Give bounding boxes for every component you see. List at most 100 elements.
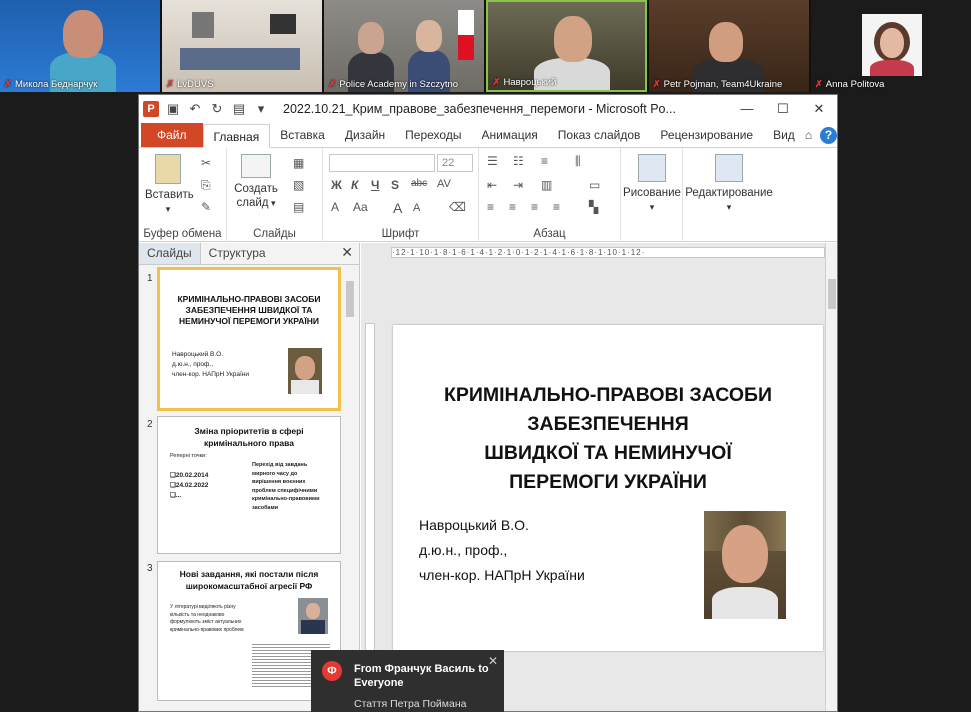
font-size-select[interactable]: 22	[437, 154, 473, 172]
align-text-icon[interactable]: ▭	[589, 178, 600, 192]
slide-author[interactable]: Навроцький В.О. д.ю.н., проф., член-кор.…	[419, 513, 585, 588]
align-center-icon[interactable]: ≡	[509, 200, 516, 214]
author-photo	[288, 348, 322, 394]
align-left-icon[interactable]: ≡	[487, 200, 494, 214]
editor-scrollbar[interactable]	[825, 243, 837, 711]
thumb-author: Навроцький В.О. д.ю.н., проф., член-кор.…	[172, 351, 249, 378]
paste-icon	[155, 154, 181, 184]
undo-icon[interactable]: ↶	[187, 101, 203, 117]
tab-outline[interactable]: Структура	[201, 243, 274, 264]
save-icon[interactable]: ▣	[165, 101, 181, 117]
print-preview-icon[interactable]: ▤	[231, 101, 247, 117]
zoom-window: ✗ Микола Беднарчук ✗ LvDUVS ✗ Police Academ…	[0, 0, 971, 712]
participant-name: ✗ Police Academy in Szczytno	[328, 79, 459, 90]
chat-sender: From Франчук Василь to Everyone	[354, 663, 489, 689]
tab-file[interactable]: Файл	[141, 123, 203, 147]
editing-button[interactable]: Редактирование ▾	[685, 154, 773, 214]
mic-muted-icon: ✗	[328, 79, 337, 90]
text-direction-icon[interactable]: ⫼	[575, 154, 581, 169]
justify-icon[interactable]: ≡	[553, 200, 560, 214]
section-icon[interactable]: ▤	[293, 200, 304, 214]
video-tile-5[interactable]: ✗ Petr Pojman, Team4Ukraine	[648, 0, 809, 92]
thumb-left-text: У літературі виділяють різну кількість т…	[170, 604, 244, 633]
new-slide-button[interactable]: Создать слайд ▾	[231, 154, 281, 210]
video-tile-6[interactable]: ✗ Anna Politova	[810, 0, 971, 92]
shadow-icon[interactable]: S	[391, 178, 399, 192]
increase-indent-icon[interactable]: ⇥	[513, 178, 523, 192]
binoculars-icon	[715, 154, 743, 182]
close-pane-icon[interactable]: ✕	[341, 244, 353, 261]
paste-button[interactable]: Вставить ▾	[145, 154, 194, 216]
layout-icon[interactable]: ▦	[293, 156, 304, 170]
author-photo[interactable]	[704, 511, 786, 619]
close-chat-icon[interactable]: ✕	[488, 654, 498, 668]
reset-icon[interactable]: ▧	[293, 178, 304, 192]
mic-muted-icon: ✗	[814, 79, 823, 90]
tab-animation[interactable]: Анимация	[471, 123, 547, 147]
slide-title[interactable]: КРИМІНАЛЬНО-ПРАВОВІ ЗАСОБИ ЗАБЕЗПЕЧЕННЯ …	[393, 381, 823, 497]
tab-design[interactable]: Дизайн	[335, 123, 395, 147]
tab-insert[interactable]: Вставка	[270, 123, 335, 147]
collapse-ribbon-icon[interactable]: ⌂	[805, 128, 812, 142]
spacing-icon[interactable]: AV	[437, 178, 451, 190]
numbering-icon[interactable]: ☷	[513, 154, 524, 168]
font-name-select[interactable]	[329, 154, 435, 172]
thumb-points: ❑20.02.2014 ❑24.02.2022 ❑...	[170, 472, 209, 499]
group-label: Слайды	[253, 228, 296, 240]
participant-face	[416, 20, 443, 52]
minimize-button[interactable]: —	[729, 101, 765, 117]
slide-thumbnail-1[interactable]: КРИМІНАЛЬНО-ПРАВОВІ ЗАСОБИ ЗАБЕЗПЕЧЕННЯ …	[157, 267, 341, 411]
slide-editor: ·12·1·10·1·8·1·6·1·4·1·2·1·0·1·2·1·4·1·6…	[361, 243, 837, 711]
redo-icon[interactable]: ↻	[209, 101, 225, 117]
window-title: 2022.10.21_Крим_правове_забезпечення_пер…	[283, 101, 676, 116]
participant-name: ✗ Anna Politova	[814, 79, 885, 90]
clear-format-icon[interactable]: ⌫	[449, 200, 466, 214]
decrease-indent-icon[interactable]: ⇤	[487, 178, 497, 192]
thumb-photo	[298, 598, 328, 634]
powerpoint-app-icon[interactable]: P	[143, 100, 159, 117]
cut-icon[interactable]: ✂	[201, 156, 211, 170]
title-bar: P ▣ ↶ ↻ ▤ ▾ 2022.10.21_Крим_правове_забе…	[139, 95, 837, 122]
columns-icon[interactable]: ▥	[541, 178, 552, 192]
font-color-icon[interactable]: A	[331, 200, 339, 214]
video-tile-2[interactable]: ✗ LvDUVS	[162, 0, 323, 92]
format-painter-icon[interactable]: ✎	[201, 200, 211, 214]
drawing-button[interactable]: Рисование ▾	[623, 154, 681, 214]
maximize-button[interactable]: ☐	[765, 101, 801, 117]
smartart-icon[interactable]: ▚	[589, 200, 598, 214]
bullets-icon[interactable]: ☰	[487, 154, 498, 168]
underline-icon[interactable]: Ч	[371, 178, 379, 192]
customize-toolbar-icon[interactable]: ▾	[253, 101, 269, 117]
copy-icon[interactable]: ⎘	[201, 178, 211, 193]
help-icon[interactable]: ?	[820, 126, 837, 144]
tab-view[interactable]: Вид	[763, 123, 805, 147]
group-font: 22 Ж К Ч S abc AV A Aa A A ⌫ Шрифт	[323, 148, 479, 242]
quick-access-toolbar: P ▣ ↶ ↻ ▤ ▾	[143, 100, 269, 117]
chat-notification[interactable]: Ф From Франчук Василь to Everyone ✕ Стат…	[311, 650, 504, 712]
participant-name: ✗ Навроцький	[492, 77, 557, 88]
tab-transitions[interactable]: Переходы	[395, 123, 471, 147]
change-case-icon[interactable]: Aa	[353, 200, 368, 214]
video-tile-4[interactable]: ✗ Навроцький	[486, 0, 647, 92]
shrink-font-icon[interactable]: A	[413, 202, 420, 214]
grow-font-icon[interactable]: A	[393, 200, 402, 216]
line-spacing-icon[interactable]: ≡	[541, 154, 548, 168]
align-right-icon[interactable]: ≡	[531, 200, 538, 214]
bold-icon[interactable]: Ж	[331, 178, 342, 192]
video-tile-3[interactable]: ✗ Police Academy in Szczytno	[324, 0, 485, 92]
tab-review[interactable]: Рецензирование	[650, 123, 763, 147]
italic-icon[interactable]: К	[351, 178, 358, 192]
thumb-title: Нові завдання, які постали після широком…	[179, 569, 319, 591]
group-label: Буфер обмена	[143, 228, 222, 240]
slide-thumbnail-2[interactable]: Зміна пріоритетів в сфері кримінального …	[157, 416, 341, 554]
video-tile-1[interactable]: ✗ Микола Беднарчук	[0, 0, 161, 92]
tab-home[interactable]: Главная	[202, 124, 271, 148]
strikethrough-icon[interactable]: abc	[411, 178, 427, 189]
tab-slides[interactable]: Слайды	[139, 243, 201, 264]
mic-muted-icon: ✗	[4, 79, 12, 90]
close-button[interactable]: ✕	[801, 101, 837, 117]
tab-slideshow[interactable]: Показ слайдов	[548, 123, 651, 147]
mic-muted-icon: ✗	[166, 79, 175, 90]
current-slide[interactable]: КРИМІНАЛЬНО-ПРАВОВІ ЗАСОБИ ЗАБЕЗПЕЧЕННЯ …	[393, 325, 823, 651]
thumbnails-scrollbar[interactable]	[345, 267, 355, 711]
